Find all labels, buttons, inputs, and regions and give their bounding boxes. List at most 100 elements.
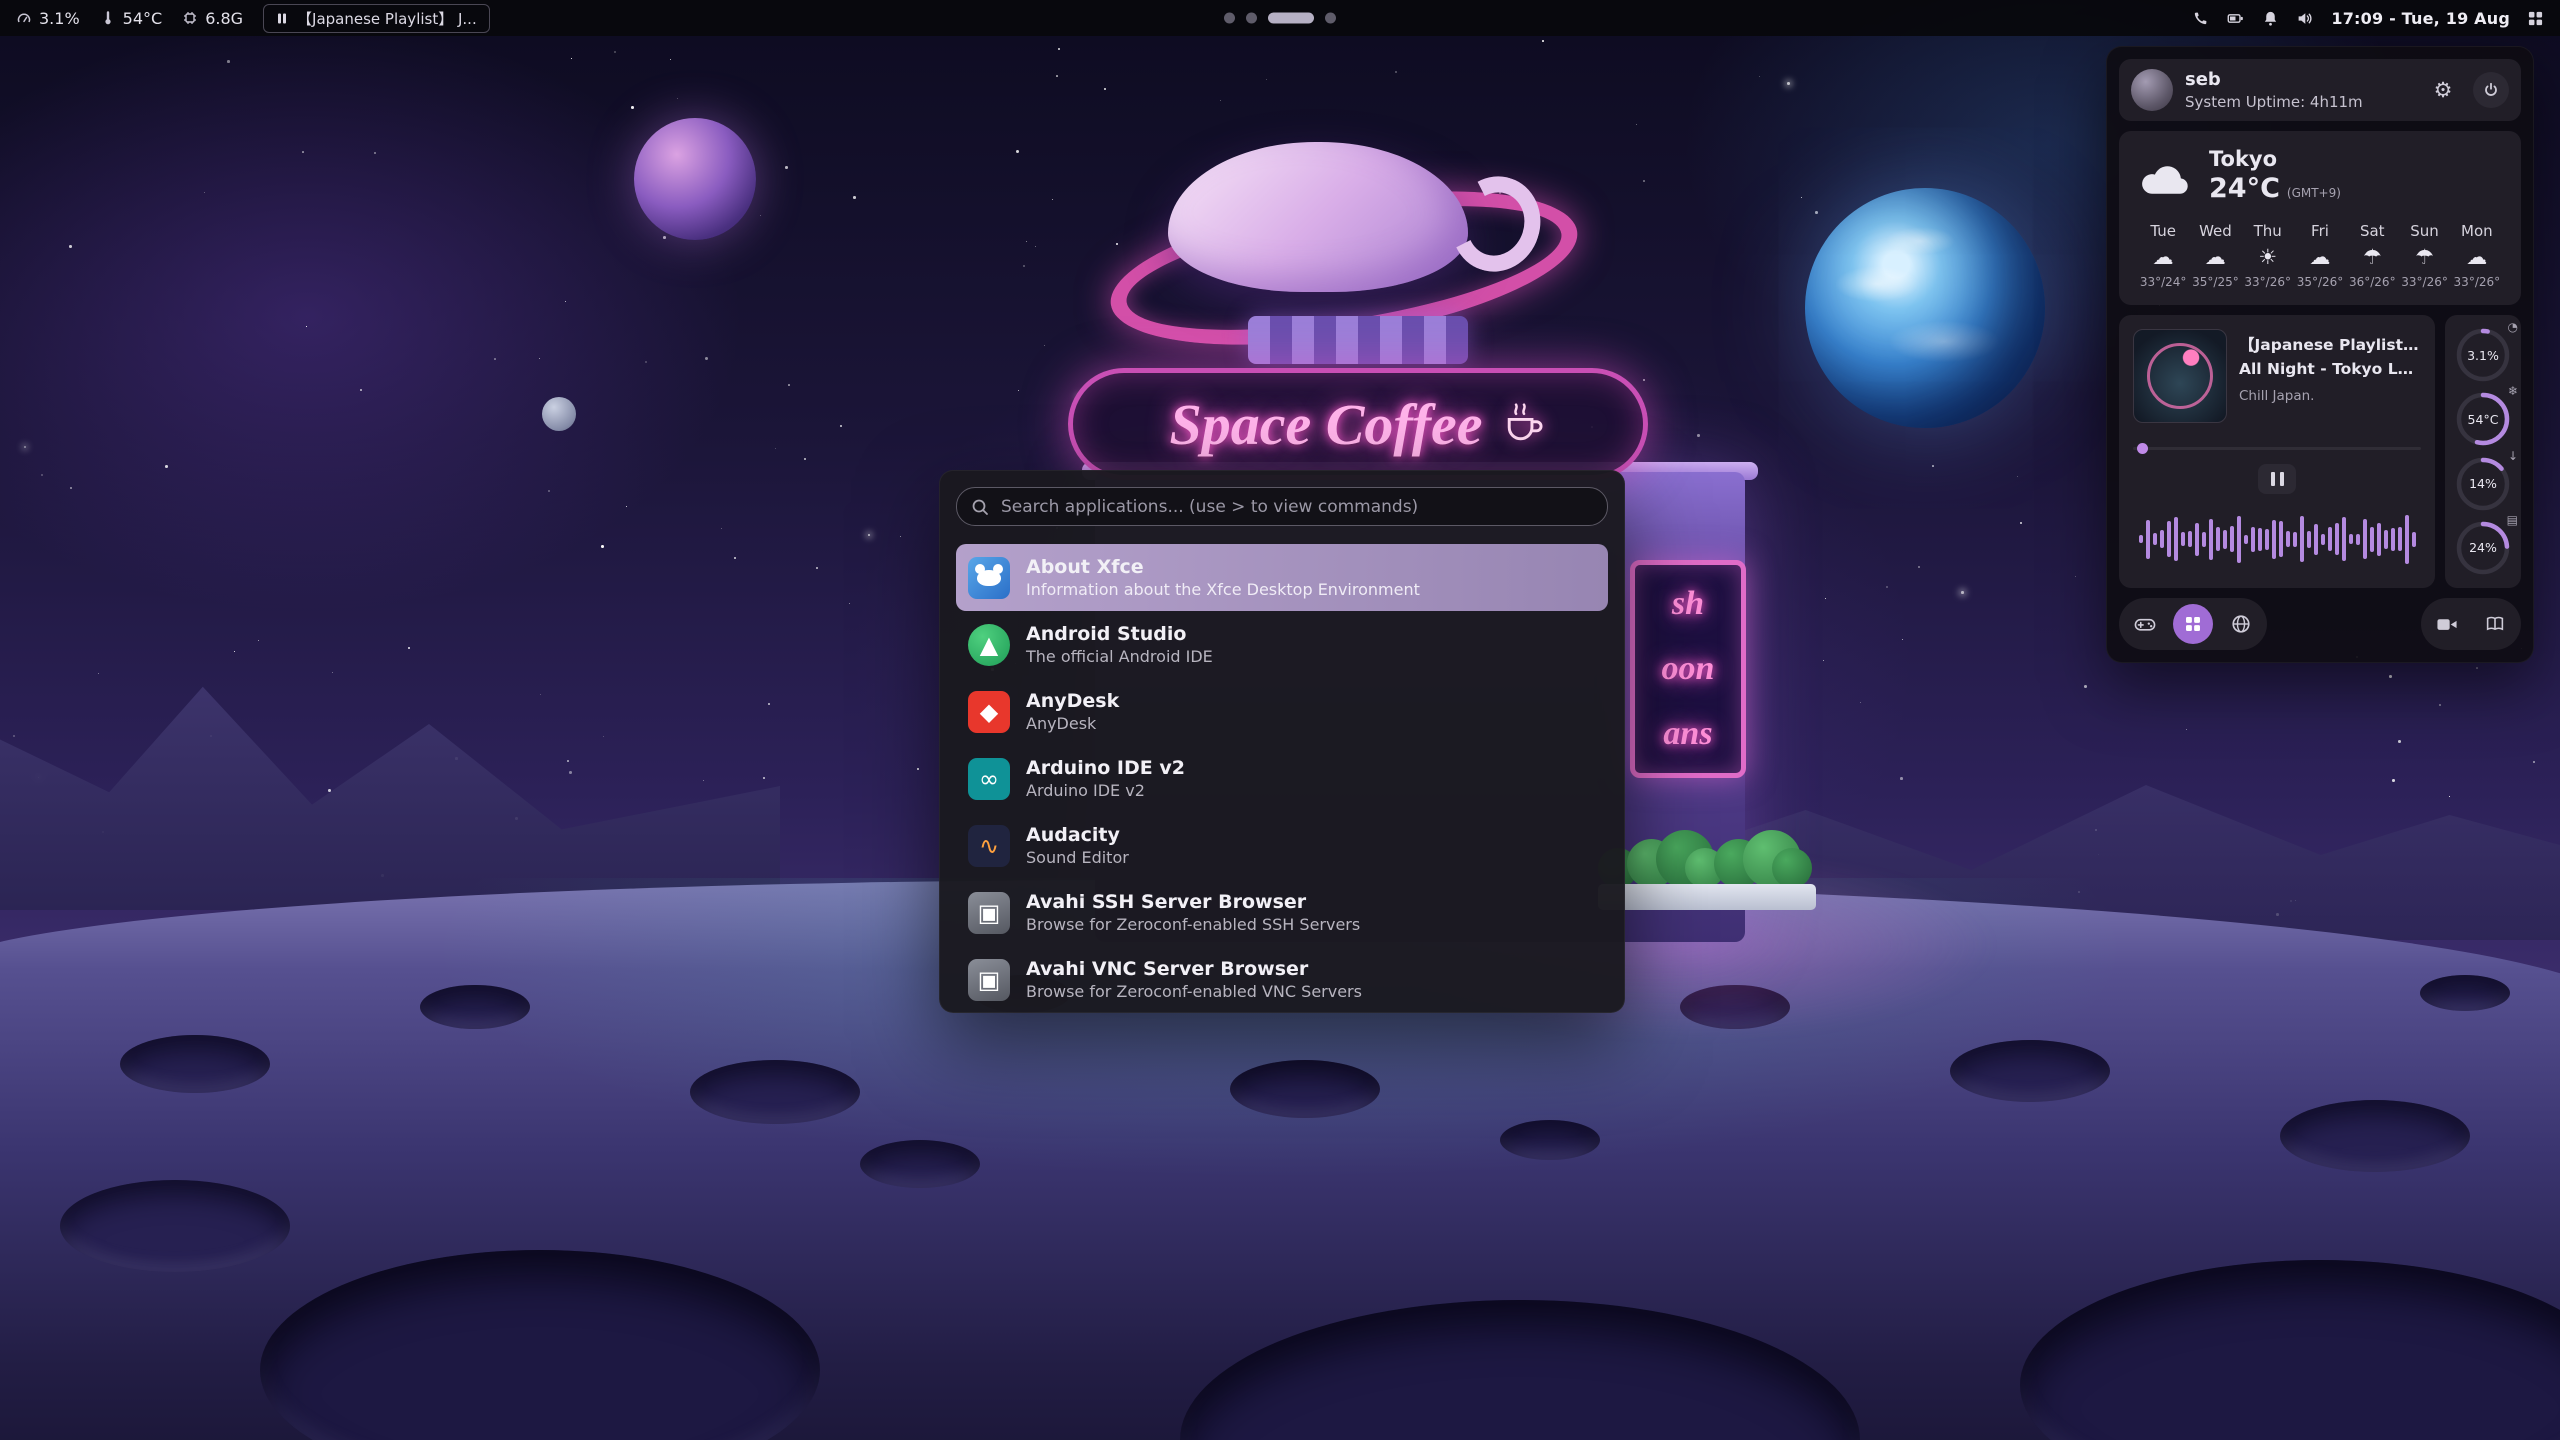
search-bar[interactable]: [956, 487, 1608, 526]
forecast-day-name: Tue: [2150, 222, 2176, 240]
star: [306, 326, 307, 327]
star: [2476, 667, 2478, 669]
app-row[interactable]: ▣Avahi VNC Server BrowserBrowse for Zero…: [956, 946, 1608, 1013]
crater: [690, 1060, 860, 1124]
pause-icon: [276, 12, 288, 25]
app-row[interactable]: About XfceInformation about the Xfce Des…: [956, 544, 1608, 611]
cpu-usage: 3.1%: [16, 9, 80, 28]
forecast-temps: 33°/26°: [2454, 275, 2501, 289]
app-description: Arduino IDE v2: [1026, 782, 1185, 800]
star: [1823, 660, 1824, 661]
battery-icon[interactable]: [2226, 10, 2245, 27]
workspace-dot[interactable]: [1268, 13, 1314, 24]
quick-actions: [2119, 598, 2521, 650]
mouse-glyph: [977, 570, 1001, 586]
weather-city: Tokyo: [2209, 147, 2341, 171]
apps-grid-icon: [2184, 615, 2202, 633]
waveform-bar: [2293, 532, 2297, 547]
screen-record-button[interactable]: [2427, 604, 2467, 644]
topbar-music-widget[interactable]: 【Japanese Playlist】 J...: [263, 4, 490, 33]
star: [677, 98, 678, 99]
apps-button[interactable]: [2173, 604, 2213, 644]
track-subtitle: Chill Japan.: [2239, 388, 2421, 404]
progress-bar[interactable]: [2133, 447, 2421, 450]
workspace-dot[interactable]: [1224, 13, 1235, 24]
workspace-dot[interactable]: [1246, 13, 1257, 24]
user-name: seb: [2185, 69, 2413, 90]
thermometer-icon: [100, 10, 116, 26]
app-row[interactable]: ∿AudacitySound Editor: [956, 812, 1608, 879]
waveform-bar: [2412, 532, 2416, 547]
clock[interactable]: 17:09 - Tue, 19 Aug: [2331, 9, 2510, 28]
star: [1759, 76, 1760, 77]
sign-marquee: [1248, 316, 1468, 364]
forecast-day-name: Mon: [2461, 222, 2493, 240]
weather-temperature: 24°C: [2209, 173, 2280, 204]
cpu-temperature-value: 54°C: [123, 9, 163, 28]
control-center: seb System Uptime: 4h11m ⚙ Tokyo: [2106, 46, 2534, 663]
app-row[interactable]: ◆AnyDeskAnyDesk: [956, 678, 1608, 745]
app-name: Avahi VNC Server Browser: [1026, 959, 1362, 980]
star: [763, 777, 765, 779]
star: [788, 384, 790, 386]
waveform-bar: [2216, 527, 2220, 551]
star: [2389, 675, 2392, 678]
workspace-indicator[interactable]: [1224, 13, 1336, 24]
waveform-bar: [2314, 524, 2318, 555]
waveform-bar: [2405, 515, 2409, 564]
bell-icon[interactable]: [2262, 10, 2279, 27]
power-icon: [2483, 82, 2499, 98]
star: [1932, 465, 1934, 467]
forecast-day-name: Thu: [2254, 222, 2282, 240]
star: [1815, 211, 1818, 214]
waveform-bar: [2321, 534, 2325, 545]
disk-gauge-icon: ▤: [2507, 514, 2518, 526]
volume-icon[interactable]: [2296, 10, 2314, 27]
app-row[interactable]: ▲Android StudioThe official Android IDE: [956, 611, 1608, 678]
crater: [1500, 1120, 1600, 1160]
notes-button[interactable]: [2475, 604, 2515, 644]
waveform-bar: [2223, 530, 2227, 549]
star: [917, 768, 919, 770]
star: [165, 465, 168, 468]
star: [631, 106, 634, 109]
forecast-day-name: Sat: [2360, 222, 2385, 240]
waveform-bar: [2258, 528, 2262, 551]
memory-usage-value: 6.8G: [205, 9, 243, 28]
app-row[interactable]: ∞Arduino IDE v2Arduino IDE v2: [956, 745, 1608, 812]
search-input[interactable]: [999, 496, 1593, 518]
forecast-temps: 33°/26°: [2401, 275, 2448, 289]
progress-handle[interactable]: [2137, 443, 2148, 454]
album-art: [2133, 329, 2227, 423]
waveform-bar: [2349, 534, 2353, 544]
settings-button[interactable]: ⚙: [2425, 72, 2461, 108]
avahi-vnc-icon: ▣: [968, 959, 1010, 1001]
android-studio-icon: ▲: [968, 624, 1010, 666]
cpu-gauge-icon: ◔: [2508, 321, 2518, 333]
app-row[interactable]: ▣Avahi SSH Server BrowserBrowse for Zero…: [956, 879, 1608, 946]
forecast-day: Fri☁35°/26°: [2294, 222, 2346, 289]
gamepad-button[interactable]: [2125, 604, 2165, 644]
forecast-temps: 36°/26°: [2349, 275, 2396, 289]
waveform-bar: [2160, 530, 2164, 548]
star: [234, 651, 235, 652]
star: [494, 358, 496, 360]
phone-icon[interactable]: [2192, 10, 2209, 27]
gamepad-icon: [2134, 616, 2156, 633]
app-grid-icon[interactable]: [2527, 10, 2544, 27]
star: [1902, 639, 1903, 640]
search-icon: [971, 498, 989, 516]
power-button[interactable]: [2473, 72, 2509, 108]
book-icon: [2485, 615, 2505, 633]
workspace-dot[interactable]: [1325, 13, 1336, 24]
star: [868, 534, 870, 536]
globe-button[interactable]: [2221, 604, 2261, 644]
play-pause-button[interactable]: [2258, 464, 2296, 494]
waveform-bar: [2384, 530, 2388, 549]
star: [2449, 796, 2450, 797]
waveform-bar: [2272, 520, 2276, 559]
small-moon: [542, 397, 576, 431]
forecast-temps: 33°/24°: [2140, 275, 2187, 289]
neon-window-text: sh: [1672, 585, 1704, 623]
system-gauges: 3.1%◔54°C❄14%↓24%▤: [2445, 315, 2521, 588]
